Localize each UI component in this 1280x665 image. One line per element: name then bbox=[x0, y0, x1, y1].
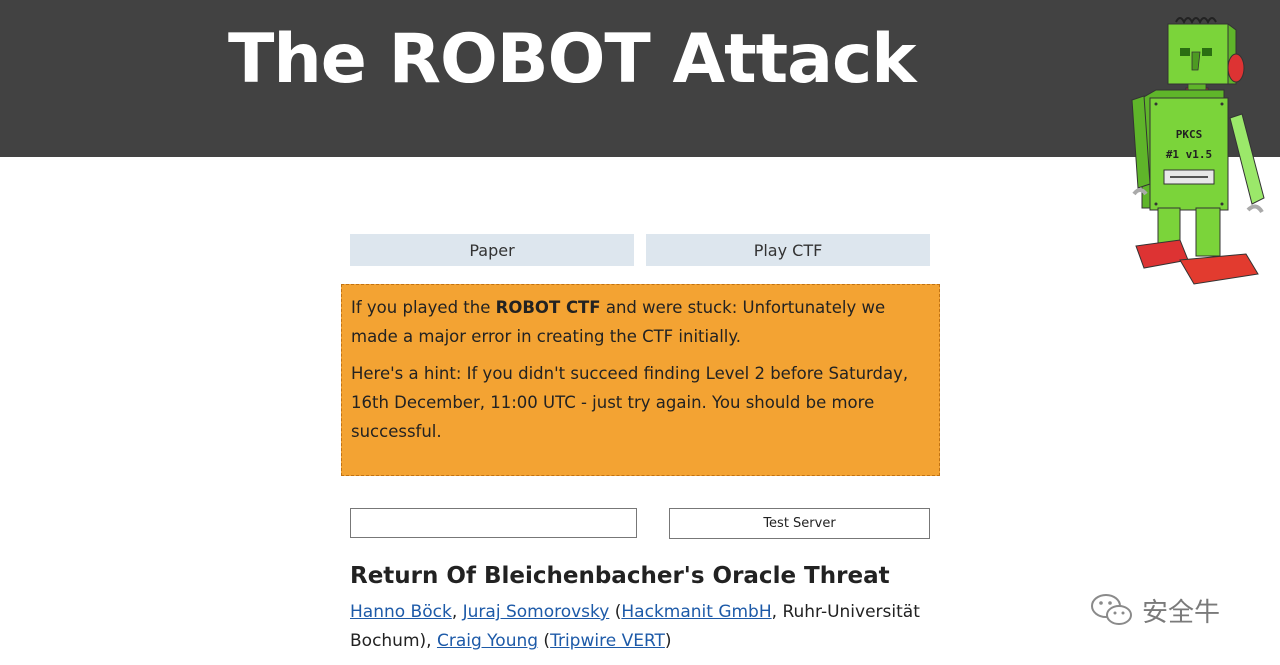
watermark-text: 安全牛 bbox=[1142, 597, 1221, 628]
site-header: The ROBOT Attack bbox=[0, 0, 1280, 157]
notice-paragraph-1: If you played the ROBOT CTF and were stu… bbox=[351, 298, 886, 346]
notice-paragraph-2: Here's a hint: If you didn't succeed fin… bbox=[351, 364, 909, 441]
org-link-hackmanit[interactable]: Hackmanit GmbH bbox=[621, 602, 771, 622]
author-link-juraj-somorovsky[interactable]: Juraj Somorovsky bbox=[463, 602, 610, 622]
test-server-button[interactable]: Test Server bbox=[669, 508, 930, 539]
server-host-input[interactable] bbox=[350, 508, 637, 538]
paper-button[interactable]: Paper bbox=[350, 234, 634, 266]
author-link-craig-young[interactable]: Craig Young bbox=[437, 631, 538, 651]
notice-bold-text: ROBOT CTF bbox=[495, 298, 601, 317]
wechat-icon bbox=[1091, 594, 1132, 625]
author-link-hanno-bock[interactable]: Hanno Böck bbox=[350, 602, 452, 622]
site-title: The ROBOT Attack bbox=[228, 20, 917, 99]
svg-text:#1 v1.5: #1 v1.5 bbox=[1166, 148, 1212, 161]
org-link-tripwire-vert[interactable]: Tripwire VERT bbox=[550, 631, 665, 651]
svg-text:PKCS: PKCS bbox=[1176, 128, 1203, 141]
robot-mascot-image: MM PKCS #1 v1.5 bbox=[1131, 17, 1265, 285]
ctf-notice-box: If you played the ROBOT CTF and were stu… bbox=[341, 284, 940, 476]
watermark: 安全牛 bbox=[1088, 590, 1220, 630]
paper-authors: Hanno Böck, Juraj Somorovsky (Hackmanit … bbox=[350, 602, 920, 651]
paper-title: Return Of Bleichenbacher's Oracle Threat bbox=[350, 563, 890, 589]
play-ctf-button[interactable]: Play CTF bbox=[646, 234, 930, 266]
